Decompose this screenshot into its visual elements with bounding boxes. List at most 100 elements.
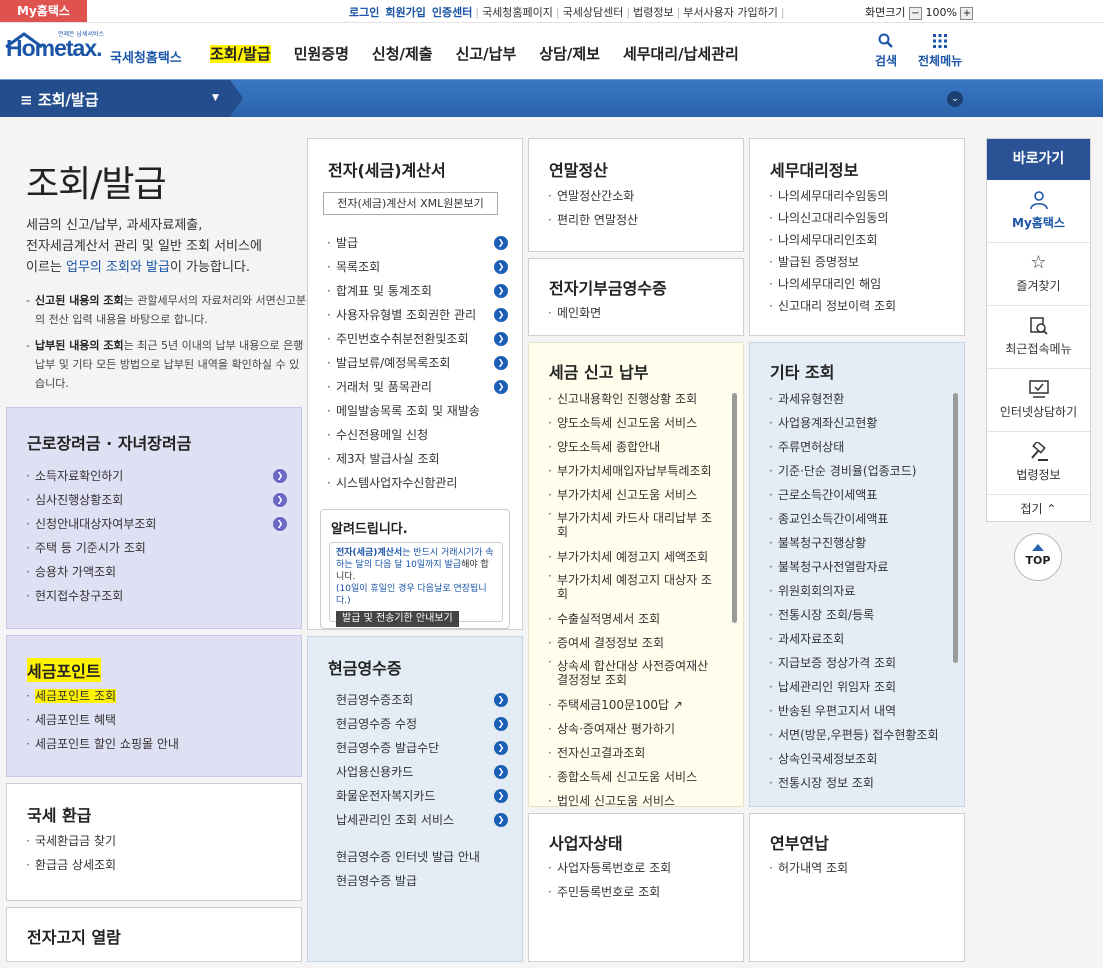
menu-item[interactable]: 나의신고대리수임동의 (768, 207, 950, 229)
sidebar-fold-button[interactable]: 접기 ⌃ (987, 495, 1090, 523)
deadline-guide-button[interactable]: 발급 및 전송기한 안내보기 (336, 611, 459, 627)
menu-item[interactable]: 수출실적명세서 조회 (547, 607, 723, 631)
menu-item[interactable]: 서면(방문,우편등) 접수현황조회 (768, 723, 950, 747)
menu-item[interactable]: 현금영수증 발급 (326, 869, 508, 893)
menu-item[interactable]: 기준·단순 경비율(업종코드) (768, 459, 950, 483)
menu-item[interactable]: 소득자료확인하기❯ (25, 464, 287, 488)
menu-item[interactable]: 편리한 연말정산 (547, 208, 729, 232)
sidebar-item-favorites[interactable]: ☆ 즐겨찾기 (987, 243, 1090, 306)
menu-item[interactable]: 세금포인트 조회 (25, 684, 287, 708)
menu-item[interactable]: 주민번호수취분전환및조회❯ (326, 327, 508, 351)
menu-item[interactable]: 부가가치세매입자납부특례조회 (547, 459, 723, 483)
menu-item[interactable]: 납세관리인 조회 서비스 ❯ (326, 808, 508, 832)
menu-item[interactable]: 허가내역 조회 (768, 856, 950, 880)
menu-item[interactable]: 합계표 및 통계조회❯ (326, 279, 508, 303)
menu-item[interactable]: 종교인소득간이세액표 (768, 507, 950, 531)
menu-item[interactable]: 사업자등록번호로 조회 (547, 856, 729, 880)
menu-item[interactable]: 종합소득세 신고도움 서비스 (547, 765, 723, 789)
menu-item[interactable]: 현금영수증 수정 ❯ (326, 712, 508, 736)
menu-item[interactable]: 부가가치세 신고도움 서비스 (547, 483, 723, 507)
zoom-in-button[interactable]: + (960, 6, 974, 20)
scrollbar[interactable] (732, 393, 737, 623)
menu-item[interactable]: 반송된 우편고지서 내역 (768, 699, 950, 723)
menu-item[interactable]: 제3자 발급사실 조회 (326, 447, 508, 471)
menu-item[interactable]: 세금포인트 혜택 (25, 708, 287, 732)
login-link[interactable]: 로그인 (349, 6, 379, 19)
menu-item[interactable]: 양도소득세 종합안내 (547, 435, 723, 459)
auth-center-link[interactable]: 인증센터 (432, 6, 472, 19)
menu-item[interactable]: 부가가치세 예정고지 대상자 조회 (547, 569, 723, 607)
all-menu-button[interactable]: 전체메뉴 (918, 33, 962, 69)
menu-item[interactable]: 납세관리인 위임자 조회 (768, 675, 950, 699)
consult-center-link[interactable]: 국세상담센터 (563, 6, 624, 19)
nav-consult-report[interactable]: 상담/제보 (539, 45, 600, 63)
menu-item[interactable]: 심사진행상황조회❯ (25, 488, 287, 512)
menu-item[interactable]: 현금영수증조회 ❯ (326, 688, 508, 712)
my-hometax-button[interactable]: My홈택스 (0, 0, 87, 22)
menu-item[interactable]: 부가가치세 카드사 대리납부 조회 (547, 507, 723, 545)
menu-item[interactable]: 나의세무대리수임동의 (768, 185, 950, 207)
zoom-out-button[interactable]: − (908, 6, 922, 20)
menu-item[interactable]: 수신전용메일 신청 (326, 423, 508, 447)
menu-item[interactable]: 위원회회의자료 (768, 579, 950, 603)
menu-item[interactable]: 현금영수증 발급수단 ❯ (326, 736, 508, 760)
expand-circle-icon[interactable]: ⌄ (947, 91, 963, 107)
menu-item[interactable]: 연말정산간소화 (547, 184, 729, 208)
menu-item[interactable]: 메일발송목록 조회 및 재발송 (326, 399, 508, 423)
menu-item[interactable]: 현지접수창구조회 (25, 584, 287, 608)
sidebar-item-online-consult[interactable]: 인터넷상담하기 (987, 369, 1090, 432)
menu-item[interactable]: 발급보류/예정목록조회❯ (326, 351, 508, 375)
hometax-logo[interactable]: 언제든 납세서비스 Hometax. 국세청홈택스 (5, 31, 196, 71)
menu-item[interactable]: 나의세무대리인 해임 (768, 273, 950, 295)
nav-tax-agent[interactable]: 세무대리/납세관리 (623, 45, 739, 63)
sidebar-item-law-info[interactable]: 법령정보 (987, 432, 1090, 495)
nav-report-pay[interactable]: 신고/납부 (456, 45, 517, 63)
menu-item[interactable]: 신청안내대상자여부조회❯ (25, 512, 287, 536)
sidebar-item-my-hometax[interactable]: My홈택스 (987, 180, 1090, 243)
sidebar-item-recent-menu[interactable]: 최근접속메뉴 (987, 306, 1090, 369)
menu-item[interactable]: 신고내용확인 진행상황 조회 (547, 387, 723, 411)
signup-link[interactable]: 회원가입 (385, 6, 425, 19)
menu-item[interactable]: 사용자유형별 조회권한 관리❯ (326, 303, 508, 327)
menu-item[interactable]: 전통시장 조회/등록 (768, 603, 950, 627)
menu-item[interactable]: 과세자료조회 (768, 627, 950, 651)
menu-item[interactable]: 상속인국세정보조회 (768, 747, 950, 771)
menu-item[interactable]: 전통시장 정보 조회 (768, 771, 950, 795)
menu-item[interactable]: 거래처 및 품목관리❯ (326, 375, 508, 399)
menu-item[interactable]: 세금포인트 할인 쇼핑몰 안내 (25, 732, 287, 756)
nts-home-link[interactable]: 국세청홈페이지 (482, 6, 553, 19)
law-info-link[interactable]: 법령정보 (633, 6, 673, 19)
menu-item[interactable]: 국세환급금 찾기 (25, 829, 287, 853)
menu-item[interactable]: 주택세금100문100답 ↗ (547, 693, 723, 717)
menu-item[interactable]: 목록조회❯ (326, 255, 508, 279)
menu-item[interactable]: 상속세 합산대상 사전증여재산 결정정보 조회 (547, 655, 723, 693)
menu-item[interactable]: 법인세 신고도움 서비스 (547, 789, 723, 806)
scroll-top-button[interactable]: TOP (1014, 533, 1062, 581)
menu-item[interactable]: 시스템사업자수신함관리 (326, 471, 508, 495)
menu-item[interactable]: 주민등록번호로 조회 (547, 880, 729, 904)
menu-item[interactable]: 사업용신용카드 ❯ (326, 760, 508, 784)
dropdown-caret-icon[interactable]: ▼ (212, 93, 219, 103)
menu-item[interactable]: 주택 등 기준시가 조회 (25, 536, 287, 560)
menu-item[interactable]: 화물운전자복지카드 ❯ (326, 784, 508, 808)
menu-item[interactable]: 환급금 상세조회 (25, 853, 287, 877)
menu-item[interactable]: 메인화면 (547, 301, 729, 325)
dept-user-signup-link[interactable]: 부서사용자 가입하기 (683, 6, 778, 19)
menu-item[interactable]: 신고대리 정보이력 조회 (768, 295, 950, 317)
menu-item[interactable]: 나의세무대리인조회 (768, 229, 950, 251)
menu-item[interactable]: 승용차 가액조회 (25, 560, 287, 584)
menu-item[interactable]: 불복청구진행상황 (768, 531, 950, 555)
menu-item[interactable]: 발급된 증명정보 (768, 251, 950, 273)
e-notice-panel[interactable]: 전자고지 열람 (6, 907, 302, 962)
menu-item[interactable]: 지급보증 정상가격 조회 (768, 651, 950, 675)
menu-item[interactable]: 사업용계좌신고현황 (768, 411, 950, 435)
menu-item[interactable]: 양도소득세 신고도움 서비스 (547, 411, 723, 435)
nav-apply-submit[interactable]: 신청/제출 (372, 45, 433, 63)
menu-item[interactable]: 불복청구사전열람자료 (768, 555, 950, 579)
xml-view-button[interactable]: 전자(세금)계산서 XML원본보기 (323, 192, 498, 215)
search-button[interactable]: 검색 (875, 33, 897, 69)
menu-item[interactable]: 부가가치세 예정고지 세액조회 (547, 545, 723, 569)
menu-item[interactable]: 전자신고결과조회 (547, 741, 723, 765)
menu-item[interactable]: 증여세 결정정보 조회 (547, 631, 723, 655)
menu-item[interactable]: 과세유형전환 (768, 387, 950, 411)
